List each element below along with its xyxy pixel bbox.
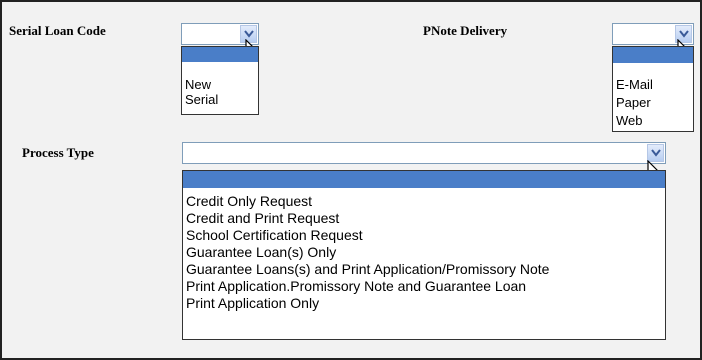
pnote-delivery-label: PNote Delivery bbox=[423, 23, 508, 38]
dropdown-option-school-cert[interactable]: School Certification Request bbox=[183, 227, 665, 244]
dropdown-option-print-only[interactable]: Print Application Only bbox=[183, 295, 665, 312]
dropdown-option-blank-selected[interactable] bbox=[183, 171, 665, 188]
process-type-label: Process Type bbox=[22, 145, 94, 160]
dropdown-option-web[interactable]: Web bbox=[613, 112, 693, 130]
process-type-dropdown: Credit Only Request Credit and Print Req… bbox=[182, 170, 666, 340]
serial-loan-code-label: Serial Loan Code bbox=[9, 23, 106, 38]
dropdown-option-blank[interactable] bbox=[613, 63, 693, 76]
dropdown-option-serial[interactable]: Serial bbox=[182, 92, 258, 107]
dropdown-option-blank-selected[interactable] bbox=[613, 47, 693, 63]
dropdown-option-print-promissory[interactable]: Print Application.Promissory Note and Gu… bbox=[183, 278, 665, 295]
dropdown-option-guarantee-print[interactable]: Guarantee Loans(s) and Print Application… bbox=[183, 261, 665, 278]
dropdown-option-credit-only[interactable]: Credit Only Request bbox=[183, 193, 665, 210]
process-type-select[interactable] bbox=[182, 142, 666, 164]
dropdown-option-credit-print[interactable]: Credit and Print Request bbox=[183, 210, 665, 227]
dropdown-option-email[interactable]: E-Mail bbox=[613, 76, 693, 94]
dropdown-option-blank-selected[interactable] bbox=[182, 47, 258, 62]
dropdown-option-paper[interactable]: Paper bbox=[613, 94, 693, 112]
dropdown-option-new[interactable]: New bbox=[182, 77, 258, 92]
serial-loan-code-dropdown: New Serial bbox=[181, 46, 259, 115]
dropdown-option-blank[interactable] bbox=[182, 62, 258, 77]
dropdown-option-guarantee-only[interactable]: Guarantee Loan(s) Only bbox=[183, 244, 665, 261]
pnote-delivery-dropdown: E-Mail Paper Web bbox=[612, 46, 694, 132]
